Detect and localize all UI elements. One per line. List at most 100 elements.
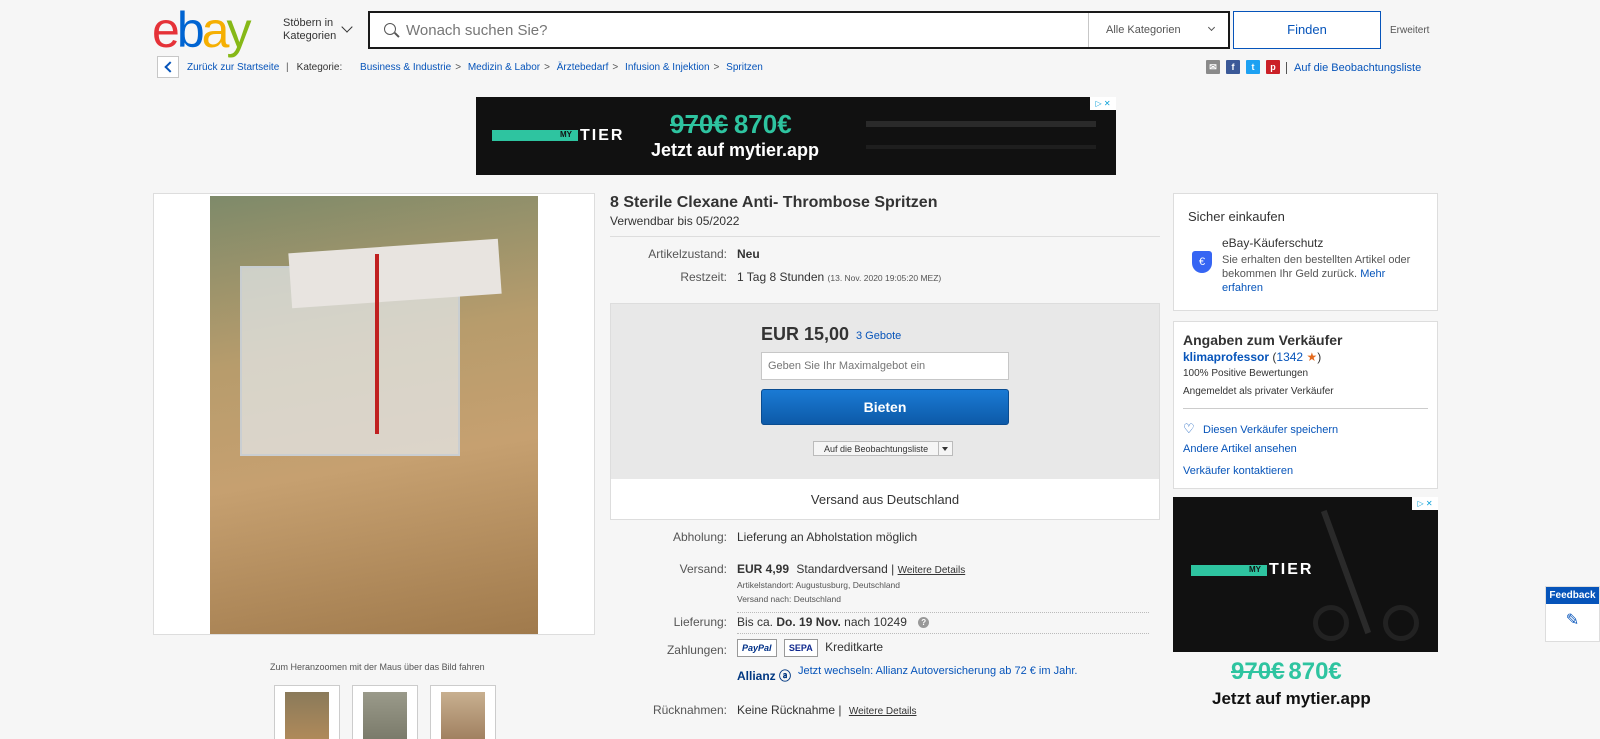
breadcrumb-separator: > [544, 62, 550, 73]
add-to-watchlist-link[interactable]: Auf die Beobachtungsliste [1285, 62, 1421, 74]
other-items-link[interactable]: Andere Artikel ansehen [1183, 443, 1297, 455]
breadcrumb-item[interactable]: Spritzen [726, 62, 763, 73]
seller-info-box: Angaben zum Verkäufer klimaprofessor (13… [1173, 321, 1438, 489]
item-location: Artikelstandort: Augustusburg, Deutschla… [737, 580, 901, 590]
pinterest-icon[interactable]: p [1266, 60, 1280, 74]
category-label: Kategorie: [296, 62, 343, 73]
contact-seller-link[interactable]: Verkäufer kontaktieren [1183, 465, 1293, 477]
ad-stripe: MY [1191, 565, 1267, 576]
tier-banner-ad[interactable]: MY TIER 970€ 870€ Jetzt auf mytier.app ▷ … [476, 97, 1116, 175]
ad-brand: TIER [580, 127, 625, 144]
max-bid-input[interactable] [761, 352, 1009, 380]
thumbnail[interactable] [274, 685, 340, 739]
shield-icon: € [1192, 251, 1212, 273]
caret-down-icon[interactable] [938, 442, 952, 455]
advanced-search-link[interactable]: Erweitert [1390, 25, 1429, 36]
feedback-widget[interactable]: Feedback ✎ [1545, 586, 1600, 642]
help-icon[interactable]: ? [918, 617, 930, 629]
delivery-label: Lieferung: [673, 615, 727, 629]
ad-brand: TIER [1269, 561, 1314, 578]
watchlist-button[interactable]: Auf die Beobachtungsliste [813, 441, 954, 456]
buyer-protection-text: Sie erhalten den bestellten Artikel oder… [1222, 254, 1411, 294]
credit-card-label: Kreditkarte [825, 640, 884, 655]
share-icons: ✉ f t p [1206, 60, 1280, 74]
item-title: 8 Sterile Clexane Anti- Thrombose Spritz… [610, 194, 938, 211]
breadcrumb-separator: > [713, 62, 720, 73]
breadcrumb-item[interactable]: Medizin & Labor [468, 62, 540, 73]
divider [610, 236, 1160, 237]
payments-value: PayPal SEPA Kreditkarte [737, 639, 883, 657]
allianz-ad-link[interactable]: Jetzt wechseln: Allianz Autoversicherung… [798, 665, 1078, 678]
place-bid-button[interactable]: Bieten [761, 389, 1009, 425]
breadcrumb-item[interactable]: Ärztebedarf [557, 62, 609, 73]
safe-shopping-title: Sicher einkaufen [1188, 209, 1285, 224]
ad-price: 970€ 870€ [670, 109, 792, 140]
ad-new-price: 870€ [733, 109, 792, 139]
breadcrumb-separator: > [455, 62, 462, 73]
thumbnail[interactable] [430, 685, 496, 739]
search-input[interactable] [406, 13, 1086, 47]
back-to-home-link[interactable]: Zurück zur Startseite [187, 62, 279, 73]
breadcrumb-item[interactable]: Infusion & Injektion [625, 62, 710, 73]
ad-new-price: 870€ [1288, 658, 1342, 685]
buyer-protection-title: eBay-Käuferschutz [1222, 236, 1324, 250]
shipping-value: EUR 4,99 Standardversand | Weitere Detai… [737, 562, 965, 576]
shipping-details-link[interactable]: Weitere Details [898, 565, 966, 576]
condition-label: Artikelzustand: [648, 247, 727, 261]
ad-stripe-label: MY [560, 130, 572, 139]
adchoices-icon[interactable]: ▷ ✕ [1412, 497, 1438, 510]
allianz-logo: Allianz ⓐ [737, 669, 792, 683]
ships-to: Versand nach: Deutschland [737, 594, 841, 604]
returns-details-link[interactable]: Weitere Details [849, 706, 917, 717]
thumbnail[interactable] [352, 685, 418, 739]
zoom-hint: Zum Heranzoomen mit der Maus über das Bi… [270, 662, 485, 672]
save-seller-link[interactable]: ♡ Diesen Verkäufer speichern [1183, 421, 1338, 436]
mail-icon[interactable]: ✉ [1206, 60, 1220, 74]
shipping-label: Versand: [679, 562, 727, 576]
tier-side-ad[interactable]: MY TIER 970€ 870€ Jetzt auf mytier.app ▷ … [1173, 497, 1438, 717]
scooter-wheel [1383, 605, 1419, 641]
positive-feedback: 100% Positive Bewertungen [1183, 368, 1309, 379]
safe-shopping-box: Sicher einkaufen € eBay-Käuferschutz Sie… [1173, 193, 1438, 311]
twitter-icon[interactable]: t [1246, 60, 1260, 74]
product-photo[interactable] [210, 196, 538, 634]
breadcrumb: Zurück zur Startseite | Kategorie: Busine… [187, 62, 763, 73]
time-left-value: 1 Tag 8 Stunden (13. Nov. 2020 19:05:20 … [737, 270, 942, 284]
ad-old-price: 970€ [1231, 658, 1285, 685]
thumbnail-strip [274, 685, 496, 739]
condition-value: Neu [737, 247, 760, 261]
pickup-value: Lieferung an Abholstation möglich [737, 530, 918, 544]
logo-letter: e [152, 2, 180, 58]
heart-icon: ♡ [1183, 421, 1195, 436]
ad-stripe-label: MY [1249, 565, 1261, 574]
adchoices-icon[interactable]: ▷ ✕ [1090, 97, 1116, 110]
ebay-logo[interactable]: ebay [152, 2, 251, 58]
seller-name-link[interactable]: klimaprofessor [1183, 350, 1269, 364]
scooter-wheel [1313, 605, 1349, 641]
shipping-price: EUR 4,99 [737, 562, 790, 576]
paypal-logo: PayPal [737, 639, 777, 657]
facebook-icon[interactable]: f [1226, 60, 1240, 74]
delivery-value: Bis ca. Do. 19 Nov. nach 10249 ? [737, 615, 930, 629]
sepa-logo: SEPA [783, 639, 818, 657]
delivery-date: Do. 19 Nov. [776, 615, 841, 629]
feedback-score-link[interactable]: 1342 [1276, 350, 1303, 364]
scooter-image [866, 121, 1096, 149]
category-select[interactable]: Alle Kategorien [1088, 13, 1228, 47]
ad-cta: Jetzt auf mytier.app [651, 140, 820, 160]
find-button[interactable]: Finden [1233, 11, 1381, 49]
breadcrumb-item[interactable]: Business & Industrie [360, 62, 451, 73]
search-bar: Alle Kategorien [368, 11, 1230, 49]
logo-letter: y [226, 2, 251, 58]
back-arrow-icon[interactable] [157, 56, 179, 78]
chevron-down-icon [341, 21, 353, 33]
seller-type: Angemeldet als privater Verkäufer [1183, 386, 1334, 397]
star-icon: ★ [1306, 350, 1318, 364]
shipping-method: Standardversand | [796, 562, 895, 576]
browse-categories-button[interactable]: Stöbern in Kategorien [283, 17, 363, 43]
end-time: (13. Nov. 2020 19:05:20 MEZ) [827, 273, 942, 283]
main-image-panel [153, 193, 595, 635]
bid-count-link[interactable]: 3 Gebote [856, 330, 901, 342]
chevron-down-icon [1207, 23, 1216, 32]
seller-line: klimaprofessor (1342 ★) [1183, 350, 1322, 364]
